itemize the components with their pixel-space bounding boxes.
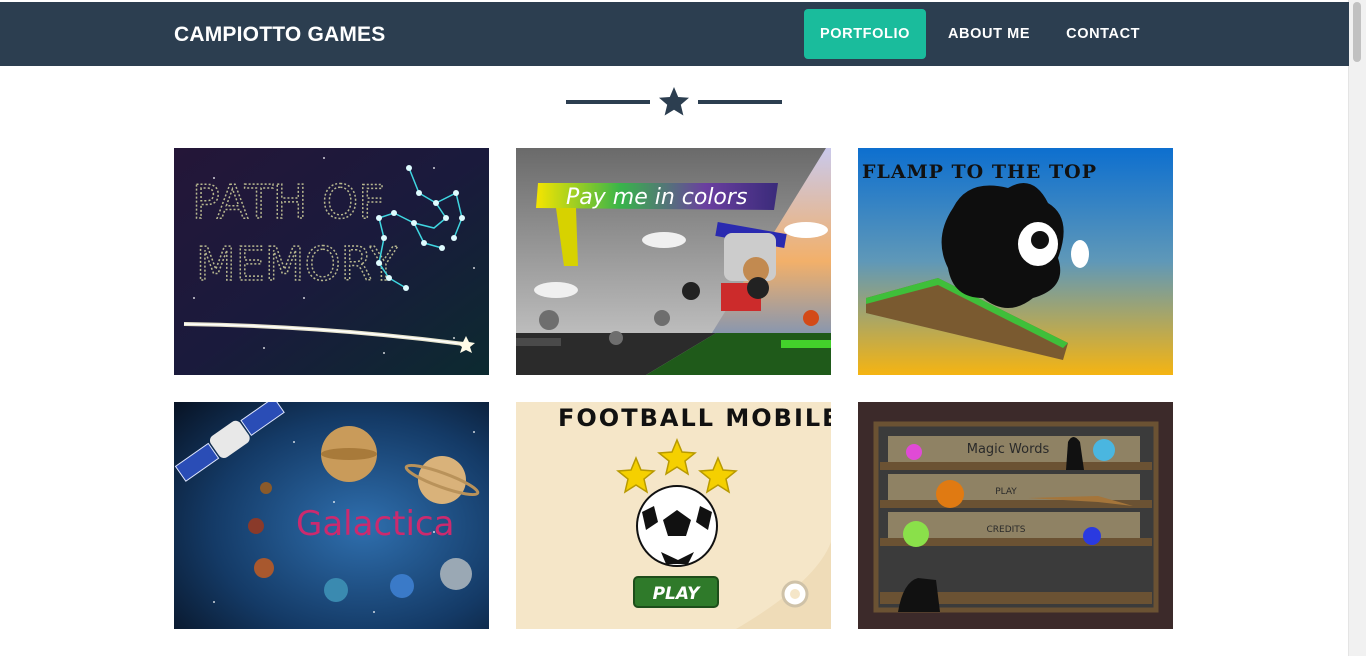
divider-line-left xyxy=(566,100,650,104)
portfolio-item-flamp-to-the-top[interactable]: FLAMP TO THE TOP xyxy=(858,148,1173,375)
portfolio-item-football-mobile[interactable]: FOOTBALL MOBILE PLAY xyxy=(516,402,831,629)
nav-contact[interactable]: CONTACT xyxy=(1050,9,1156,59)
portfolio-item-path-of-memory[interactable]: PATH OF MEMORY xyxy=(174,148,489,375)
magic-words-thumbnail: Magic Words PLAY CREDITS xyxy=(858,402,1173,629)
magic-words-title: Magic Words xyxy=(967,442,1050,457)
navbar: CAMPIOTTO GAMES PORTFOLIO ABOUT ME CONTA… xyxy=(0,2,1349,66)
scrollbar-thumb[interactable] xyxy=(1353,2,1361,62)
path-of-memory-title-line2: MEMORY xyxy=(196,237,399,291)
portfolio-item-galactica[interactable]: Galactica xyxy=(174,402,489,629)
path-of-memory-title-line1: PATH OF xyxy=(192,175,385,229)
brand-link[interactable]: CAMPIOTTO GAMES xyxy=(174,2,385,66)
nav-about-me[interactable]: ABOUT ME xyxy=(932,9,1046,59)
football-mobile-title: FOOTBALL MOBILE xyxy=(558,404,831,432)
divider-line-right xyxy=(698,100,782,104)
path-of-memory-thumbnail: PATH OF MEMORY xyxy=(174,148,489,375)
section-divider xyxy=(566,86,782,118)
pay-me-in-colors-thumbnail: Pay me in colors xyxy=(516,148,831,375)
nav-portfolio[interactable]: PORTFOLIO xyxy=(804,9,926,59)
nav-menu: PORTFOLIO ABOUT ME CONTACT xyxy=(804,9,1156,59)
portfolio-item-magic-words[interactable]: Magic Words PLAY CREDITS xyxy=(858,402,1173,629)
magic-words-credits-label: CREDITS xyxy=(986,525,1025,535)
flamp-to-the-top-thumbnail: FLAMP TO THE TOP xyxy=(858,148,1173,375)
football-mobile-thumbnail: FOOTBALL MOBILE PLAY xyxy=(516,402,831,629)
portfolio-item-pay-me-in-colors[interactable]: Pay me in colors xyxy=(516,148,831,375)
galactica-thumbnail: Galactica xyxy=(174,402,489,629)
galactica-title: Galactica xyxy=(296,504,454,544)
football-play-label: PLAY xyxy=(653,584,701,604)
flamp-title: FLAMP TO THE TOP xyxy=(862,161,1097,183)
pay-me-in-colors-title: Pay me in colors xyxy=(566,185,747,210)
scrollbar[interactable] xyxy=(1348,0,1366,656)
magic-words-play-label: PLAY xyxy=(995,487,1017,497)
star-icon xyxy=(659,87,689,116)
